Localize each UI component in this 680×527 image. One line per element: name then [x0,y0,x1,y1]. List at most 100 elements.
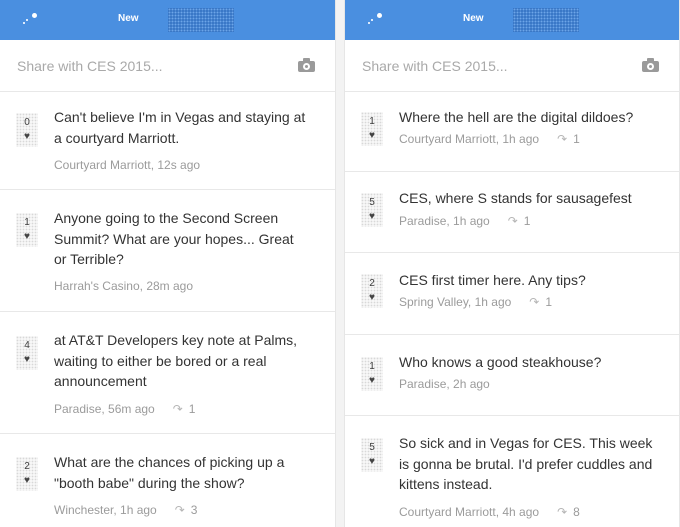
post-text: Anyone going to the Second Screen Summit… [54,208,322,270]
post-item[interactable]: 1 ♥ Where the hell are the digital dildo… [345,92,679,172]
camera-icon[interactable] [642,58,659,72]
vote-box[interactable]: 4 ♥ [16,336,38,370]
post-item[interactable]: 1 ♥ Who knows a good steakhouse? Paradis… [345,335,679,416]
post-location-time: Harrah's Casino, 28m ago [54,279,194,293]
post-meta: Paradise, 1h ago ↷ 1 [399,214,530,228]
share-bar[interactable]: Share with CES 2015... [0,40,335,92]
heart-icon[interactable]: ♥ [361,130,383,141]
reply-count[interactable]: ↷ 1 [529,295,552,309]
share-input[interactable]: Share with CES 2015... [362,58,508,74]
app-logo-icon[interactable] [22,11,38,25]
post-location-time: Spring Valley, 1h ago [399,295,512,309]
post-text-line: kittens instead. [399,476,493,492]
post-meta: Spring Valley, 1h ago ↷ 1 [399,295,552,309]
post-text: Who knows a good steakhouse? [399,352,667,373]
share-input[interactable]: Share with CES 2015... [17,58,163,74]
share-bar[interactable]: Share with CES 2015... [345,40,679,92]
screen-divider [336,0,344,527]
vote-box[interactable]: 1 ♥ [361,357,383,391]
heart-icon[interactable]: ♥ [16,231,38,242]
post-item[interactable]: 5 ♥ So sick and in Vegas for CES. This w… [345,416,679,527]
post-text: What are the chances of picking up a "bo… [54,452,322,493]
post-item[interactable]: 1 ♥ Anyone going to the Second Screen Su… [0,190,335,312]
reply-count-value: 1 [523,214,531,228]
top-bar: New [345,0,679,40]
vote-box[interactable]: 2 ♥ [16,457,38,491]
post-text-line: waiting to either be bored or a real [54,352,267,369]
app-stage: New Share with CES 2015... 0 ♥ Can't bel… [0,0,680,527]
post-item[interactable]: 4 ♥ at AT&T Developers key note at Palms… [0,312,335,434]
vote-count: 1 [369,116,375,127]
vote-count: 1 [24,217,30,228]
post-text-line: is gonna be brutal. I'd prefer cuddles a… [399,455,653,472]
vote-box[interactable]: 1 ♥ [361,112,383,146]
vote-box[interactable]: 1 ♥ [16,213,38,247]
post-text-line: What are the chances of picking up a [54,454,285,470]
post-meta: Winchester, 1h ago ↷ 3 [54,503,197,517]
heart-icon[interactable]: ♥ [361,375,383,386]
reply-count[interactable]: ↷ 1 [557,132,580,146]
camera-icon[interactable] [298,58,315,72]
post-location-time: Courtyard Marriott, 12s ago [54,158,201,172]
post-text: at AT&T Developers key note at Palms, wa… [54,330,322,392]
post-text: Can't believe I'm in Vegas and staying a… [54,107,322,148]
post-text-line: Who knows a good steakhouse? [399,354,602,370]
post-location-time: Courtyard Marriott, 1h ago [399,132,540,146]
post-item[interactable]: 2 ♥ CES first timer here. Any tips? Spri… [345,253,679,335]
post-text: CES first timer here. Any tips? [399,270,667,291]
tab-new[interactable]: New [118,13,139,24]
tab-hot[interactable] [513,8,579,32]
reply-count-value: 1 [188,402,196,416]
reply-count[interactable]: ↷ 1 [173,402,196,416]
reply-count[interactable]: ↷ 1 [508,214,531,228]
heart-icon[interactable]: ♥ [16,475,38,486]
post-text-line: a courtyard Marriott. [54,129,180,146]
heart-icon[interactable]: ♥ [361,292,383,303]
post-text-line: Anyone going to the Second Screen [54,210,279,226]
post-text-line: CES first timer here. Any tips? [399,272,586,288]
post-item[interactable]: 5 ♥ CES, where S stands for sausagefest … [345,172,679,253]
tab-hot[interactable] [168,8,234,32]
vote-box[interactable]: 5 ♥ [361,438,383,472]
post-text-line: So sick and in Vegas for CES. This week [399,435,653,451]
vote-box[interactable]: 0 ♥ [16,113,38,147]
heart-icon[interactable]: ♥ [361,211,383,222]
vote-count: 5 [369,197,375,208]
feed-screen-left: New Share with CES 2015... 0 ♥ Can't bel… [0,0,336,527]
reply-count-value: 1 [545,295,553,309]
post-meta: Courtyard Marriott, 4h ago ↷ 8 [399,505,580,519]
post-item[interactable]: 2 ♥ What are the chances of picking up a… [0,434,335,527]
post-meta: Harrah's Casino, 28m ago [54,279,193,293]
post-text-line: Can't believe I'm in Vegas and staying a… [54,109,306,125]
post-meta: Courtyard Marriott, 12s ago [54,158,200,172]
app-logo-icon[interactable] [367,11,383,25]
post-item[interactable]: 0 ♥ Can't believe I'm in Vegas and stayi… [0,92,335,190]
post-text-line: at AT&T Developers key note at Palms, [54,332,298,348]
post-text-line: CES, where S stands for sausagefest [399,190,632,206]
vote-box[interactable]: 2 ♥ [361,274,383,308]
heart-icon[interactable]: ♥ [16,131,38,142]
post-meta: Courtyard Marriott, 1h ago ↷ 1 [399,132,580,146]
tab-new[interactable]: New [463,13,484,24]
post-location-time: Courtyard Marriott, 4h ago [399,505,540,519]
reply-count[interactable]: ↷ 3 [175,503,198,517]
post-text-line: "booth babe" during the show? [54,474,245,491]
heart-icon[interactable]: ♥ [361,456,383,467]
reply-arrow-icon: ↷ [507,214,518,228]
reply-arrow-icon: ↷ [529,295,540,309]
post-location-time: Paradise, 1h ago [399,214,490,228]
post-location-time: Paradise, 56m ago [54,402,155,416]
reply-arrow-icon: ↷ [557,505,568,519]
vote-count: 2 [369,278,375,289]
post-meta: Paradise, 56m ago ↷ 1 [54,402,195,416]
post-meta: Paradise, 2h ago [399,377,490,391]
reply-count[interactable]: ↷ 8 [557,505,580,519]
post-text-line: announcement [54,373,147,389]
reply-count-value: 1 [573,132,580,146]
heart-icon[interactable]: ♥ [16,354,38,365]
reply-arrow-icon: ↷ [557,132,568,146]
vote-box[interactable]: 5 ♥ [361,193,383,227]
post-text-line: Where the hell are the digital dildoes? [399,109,634,125]
post-location-time: Winchester, 1h ago [54,503,157,517]
vote-count: 1 [369,361,375,372]
